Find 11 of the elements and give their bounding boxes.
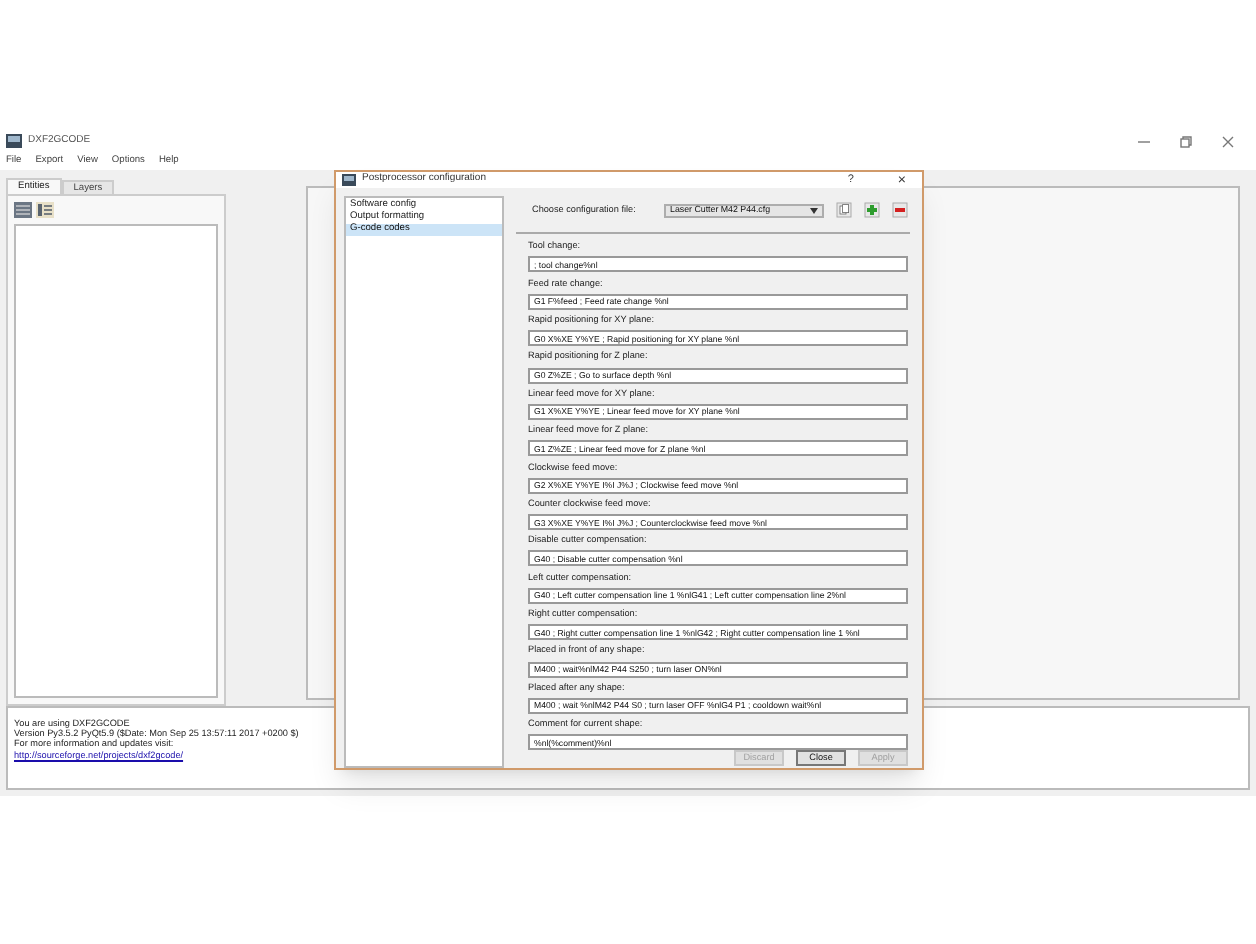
copy-icon[interactable] — [836, 202, 852, 219]
minimize-icon[interactable] — [1138, 135, 1150, 147]
list-view-icon[interactable] — [14, 202, 32, 218]
caret-icon — [810, 207, 818, 214]
tree-view-icon[interactable] — [36, 202, 54, 218]
app-icon — [342, 174, 356, 187]
close-icon[interactable] — [1222, 135, 1234, 147]
app-icon — [6, 134, 22, 148]
restore-icon[interactable] — [1180, 135, 1192, 147]
add-icon[interactable] — [864, 202, 880, 219]
remove-icon[interactable] — [892, 202, 908, 219]
